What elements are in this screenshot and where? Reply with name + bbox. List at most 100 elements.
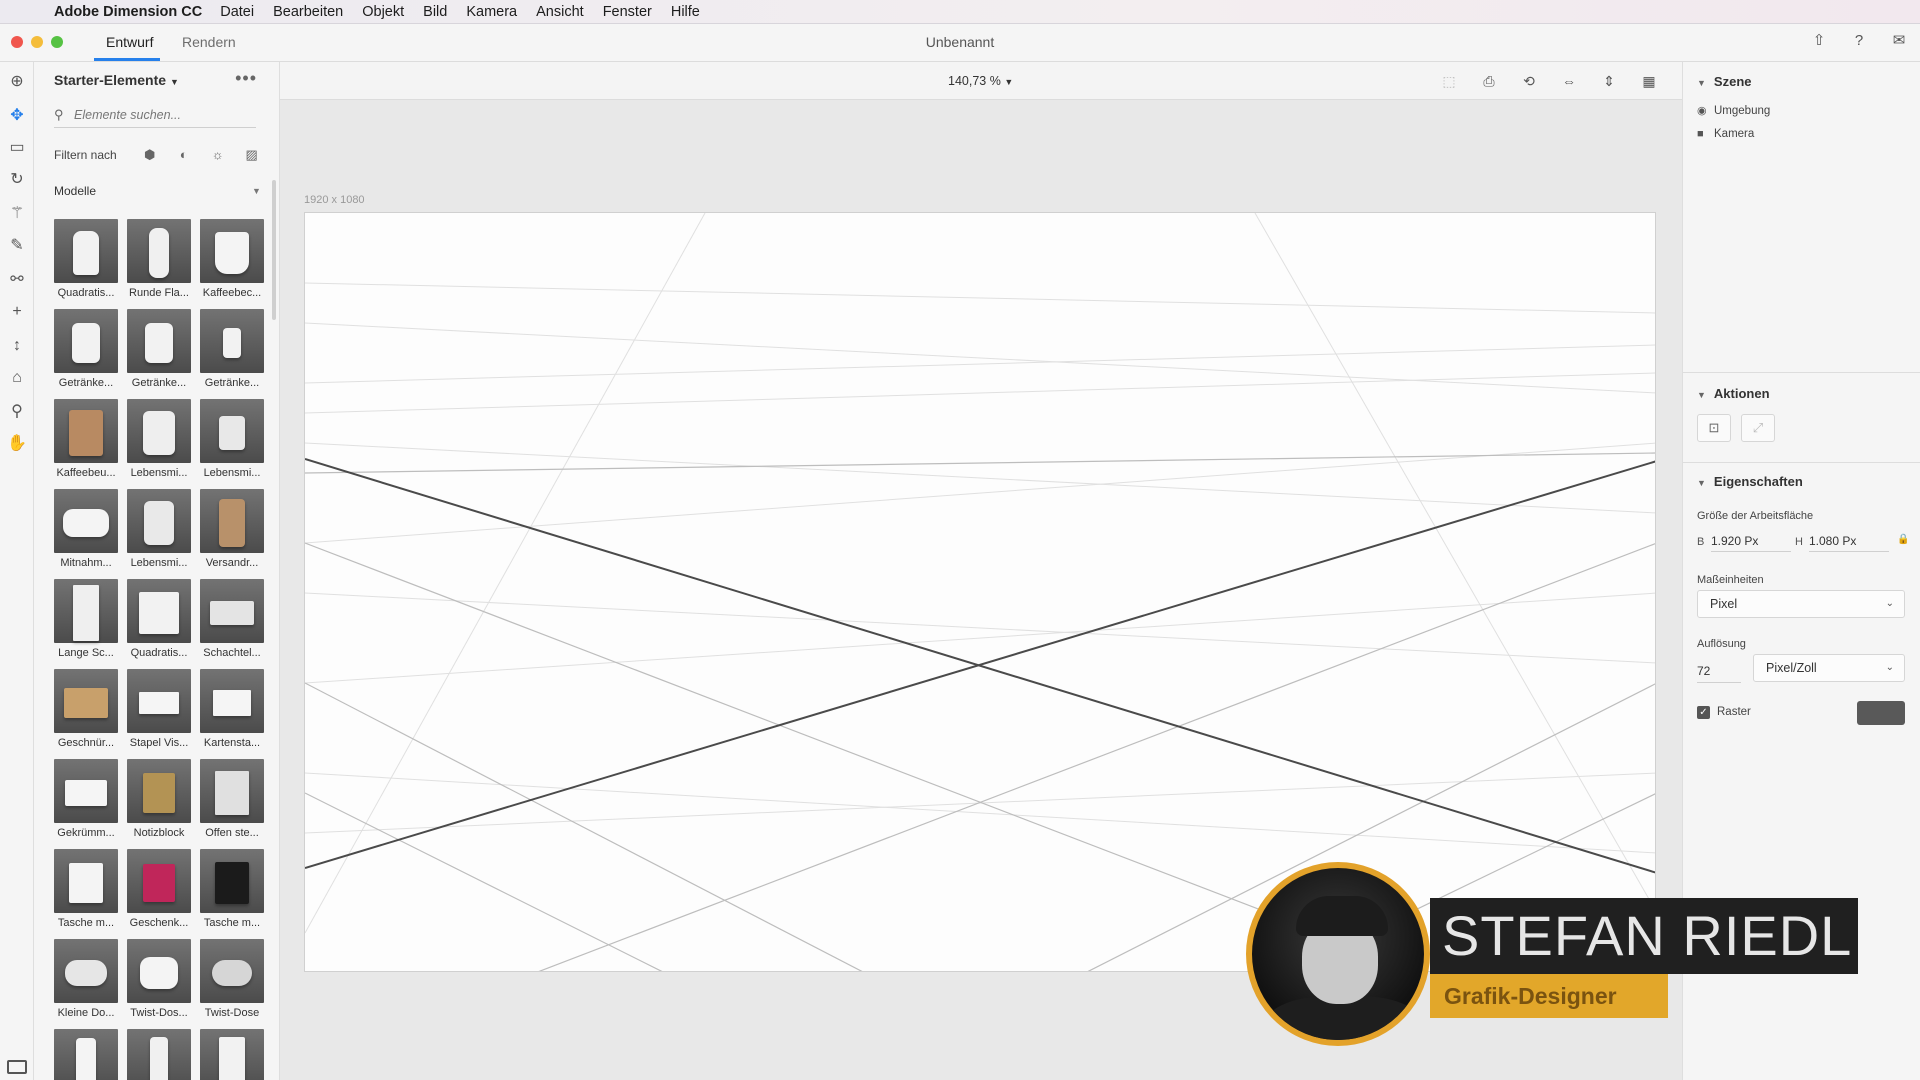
asset-card[interactable]: Kleine Do...: [54, 939, 118, 1023]
asset-card[interactable]: Kaffeebec...: [200, 219, 264, 303]
fit-artboard-button[interactable]: ⊡: [1697, 414, 1731, 442]
menu-bearbeiten[interactable]: Bearbeiten: [273, 4, 343, 20]
height-field[interactable]: H 1.080 Px: [1795, 532, 1889, 552]
units-dropdown[interactable]: Pixel ⌄: [1697, 590, 1905, 618]
resolution-unit-dropdown[interactable]: Pixel/Zoll ⌄: [1753, 654, 1905, 682]
match-image-button[interactable]: ⤢: [1741, 414, 1775, 442]
asset-card[interactable]: Schachtel...: [200, 579, 264, 663]
menu-ansicht[interactable]: Ansicht: [536, 4, 584, 20]
asset-card[interactable]: Geschenk...: [127, 849, 191, 933]
scene-item-kamera[interactable]: ■ Kamera: [1697, 128, 1754, 140]
lock-icon[interactable]: 🔒: [1897, 534, 1909, 545]
asset-card[interactable]: Lebensmi...: [127, 399, 191, 483]
material-filter-icon[interactable]: ◐: [175, 146, 193, 164]
share-icon[interactable]: ⇧: [1810, 32, 1828, 50]
eyedropper-icon[interactable]: ✎: [5, 234, 29, 258]
asset-card[interactable]: Gekrümm...: [54, 759, 118, 843]
menu-kamera[interactable]: Kamera: [466, 4, 517, 20]
render-preview-icon[interactable]: ▦: [1638, 71, 1660, 91]
asset-card[interactable]: Mitnahm...: [54, 489, 118, 573]
resolution-field[interactable]: 72: [1697, 662, 1741, 683]
asset-card[interactable]: [54, 1029, 118, 1080]
asset-card[interactable]: Twist-Dos...: [127, 939, 191, 1023]
asset-card[interactable]: [127, 1029, 191, 1080]
scene-section-header[interactable]: ▼ Szene: [1697, 74, 1752, 89]
asset-card[interactable]: Lebensmi...: [127, 489, 191, 573]
section-caret-icon[interactable]: ▼: [252, 186, 261, 196]
section-modelle[interactable]: Modelle: [54, 184, 96, 198]
camera-dolly-icon[interactable]: ⇕: [1598, 71, 1620, 91]
image-filter-icon[interactable]: ▨: [243, 146, 261, 164]
zoom-icon[interactable]: ⚲: [5, 400, 29, 424]
assets-scrollbar[interactable]: [272, 180, 276, 320]
hand-icon[interactable]: ✋: [5, 432, 29, 456]
camera-bookmark-icon[interactable]: ⎙: [1478, 71, 1500, 91]
asset-card[interactable]: Versandr...: [200, 489, 264, 573]
grid-checkbox[interactable]: ✓: [1697, 706, 1710, 719]
app-menu[interactable]: Adobe Dimension CC: [54, 4, 202, 20]
search-input[interactable]: ⚲ Elemente suchen...: [54, 102, 256, 128]
properties-section-header[interactable]: ▼ Eigenschaften: [1697, 474, 1803, 489]
active-tab-indicator: [94, 58, 160, 61]
asset-card[interactable]: Stapel Vis...: [127, 669, 191, 753]
asset-card[interactable]: [200, 1029, 264, 1080]
menu-hilfe[interactable]: Hilfe: [671, 4, 700, 20]
model-filter-icon[interactable]: ⬢: [141, 146, 159, 164]
library-icon[interactable]: [7, 1060, 27, 1074]
zoom-dropdown[interactable]: 140,73 % ▼: [948, 74, 1013, 88]
menu-fenster[interactable]: Fenster: [603, 4, 652, 20]
asset-card[interactable]: Quadratis...: [127, 579, 191, 663]
asset-card[interactable]: Lange Sc...: [54, 579, 118, 663]
model-preview-shape: [63, 509, 109, 537]
magic-wand-icon[interactable]: ⚚: [5, 202, 29, 226]
asset-card[interactable]: Getränke...: [127, 309, 191, 393]
grid-color-swatch[interactable]: [1857, 701, 1905, 725]
asset-thumbnail: [54, 849, 118, 913]
asset-card[interactable]: Twist-Dose: [200, 939, 264, 1023]
asset-card[interactable]: Kaffeebeu...: [54, 399, 118, 483]
lasso-icon[interactable]: ⚯: [5, 268, 29, 292]
asset-card[interactable]: Notizblock: [127, 759, 191, 843]
asset-card[interactable]: Getränke...: [54, 309, 118, 393]
light-filter-icon[interactable]: ☼: [209, 146, 227, 164]
model-preview-shape: [149, 228, 169, 278]
artboard-size-label: Größe der Arbeitsfläche: [1697, 510, 1814, 522]
camera-pan-icon[interactable]: ⇔: [1558, 71, 1580, 91]
menu-bild[interactable]: Bild: [423, 4, 447, 20]
frame-icon[interactable]: ⬚: [1438, 71, 1460, 91]
menu-datei[interactable]: Datei: [220, 4, 254, 20]
chevron-down-icon: ▼: [1697, 390, 1706, 400]
asset-card[interactable]: Offen ste...: [200, 759, 264, 843]
feedback-icon[interactable]: ✉: [1890, 32, 1908, 50]
more-options-icon[interactable]: •••: [235, 68, 257, 89]
asset-card[interactable]: Quadratis...: [54, 219, 118, 303]
menu-objekt[interactable]: Objekt: [362, 4, 404, 20]
asset-label: Notizblock: [133, 827, 185, 839]
asset-card[interactable]: Runde Fla...: [127, 219, 191, 303]
select-icon[interactable]: ✥: [5, 104, 29, 128]
asset-card[interactable]: Lebensmi...: [200, 399, 264, 483]
artboard-size-label: 1920 x 1080: [304, 194, 365, 206]
scene-item-umgebung[interactable]: ◉ Umgebung: [1697, 104, 1770, 118]
tool-strip: ⊕ ✥ ▭ ↻ ⚚ ✎ ⚯ + ↕ ⌂ ⚲ ✋: [0, 62, 34, 1080]
actions-section-header[interactable]: ▼ Aktionen: [1697, 386, 1770, 401]
asset-card[interactable]: Geschnür...: [54, 669, 118, 753]
dolly-icon[interactable]: ↕: [5, 334, 29, 358]
help-icon[interactable]: ?: [1850, 32, 1868, 50]
add-icon[interactable]: ⊕: [5, 70, 29, 94]
camera-orbit-icon[interactable]: ⟲: [1518, 71, 1540, 91]
asset-thumbnail: [127, 489, 191, 553]
assets-header[interactable]: Starter-Elemente ▼: [54, 72, 179, 88]
orbit-icon[interactable]: ↻: [5, 168, 29, 192]
asset-thumbnail: [127, 1029, 191, 1080]
asset-label: Lange Sc...: [58, 647, 114, 659]
artboard-icon[interactable]: ▭: [5, 136, 29, 160]
pan-plus-icon[interactable]: +: [5, 300, 29, 324]
asset-card[interactable]: Tasche m...: [54, 849, 118, 933]
width-field[interactable]: B 1.920 Px: [1697, 532, 1791, 552]
asset-card[interactable]: Getränke...: [200, 309, 264, 393]
asset-card[interactable]: Kartensta...: [200, 669, 264, 753]
asset-label: Quadratis...: [130, 647, 188, 659]
horizon-icon[interactable]: ⌂: [5, 366, 29, 390]
asset-card[interactable]: Tasche m...: [200, 849, 264, 933]
